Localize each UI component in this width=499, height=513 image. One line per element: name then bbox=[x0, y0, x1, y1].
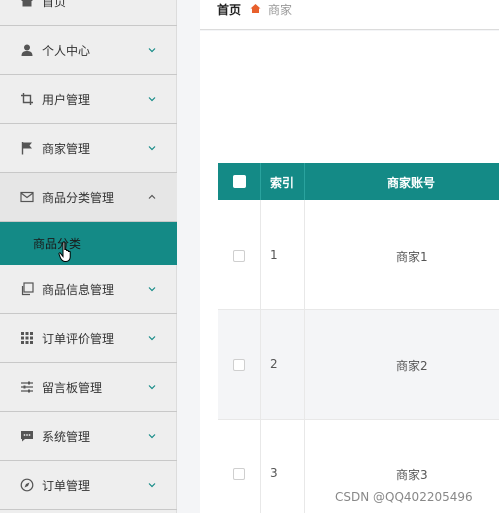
cell-divider bbox=[304, 420, 305, 513]
sidebar-item-label: 首页 bbox=[42, 0, 67, 9]
cell-divider bbox=[260, 200, 261, 310]
chevron-down-icon bbox=[147, 382, 157, 392]
row-index: 3 bbox=[270, 466, 278, 480]
sidebar-item-label: 个人中心 bbox=[42, 43, 91, 58]
header-divider bbox=[260, 163, 261, 200]
sidebar-item-products[interactable]: 商品信息管理 bbox=[0, 265, 177, 314]
sidebar-item-users[interactable]: 用户管理 bbox=[0, 75, 177, 124]
row-checkbox[interactable] bbox=[233, 468, 245, 480]
mail-icon bbox=[20, 190, 34, 204]
submenu-item-category[interactable]: 商品分类 bbox=[0, 222, 177, 265]
sidebar-item-label: 商品信息管理 bbox=[42, 282, 115, 297]
sidebar-item-home[interactable]: 首页 bbox=[0, 0, 177, 26]
row-index: 2 bbox=[270, 357, 278, 371]
sidebar-item-label: 订单管理 bbox=[42, 478, 91, 493]
chevron-down-icon bbox=[147, 284, 157, 294]
header-divider bbox=[304, 163, 305, 200]
chevron-down-icon bbox=[147, 480, 157, 490]
user-icon bbox=[20, 43, 34, 57]
chevron-down-icon bbox=[147, 431, 157, 441]
sidebar-item-category[interactable]: 商品分类管理 bbox=[0, 173, 177, 222]
sidebar-item-label: 商品分类管理 bbox=[42, 190, 115, 205]
sidebar-item-label: 留言板管理 bbox=[42, 380, 103, 395]
chevron-down-icon bbox=[147, 143, 157, 153]
header-merchant-account[interactable]: 商家账号 bbox=[387, 174, 435, 191]
sidebar-item-label: 商家管理 bbox=[42, 141, 91, 156]
sidebar-item-label: 系统管理 bbox=[42, 429, 91, 444]
hand-cursor-icon bbox=[58, 241, 71, 262]
row-index: 1 bbox=[270, 248, 278, 262]
sidebar-item-label: 订单评价管理 bbox=[42, 331, 115, 346]
chevron-down-icon bbox=[147, 94, 157, 104]
sidebar-item-orders[interactable]: 订单管理 bbox=[0, 461, 177, 510]
cell-divider bbox=[304, 310, 305, 420]
sliders-icon bbox=[20, 380, 34, 394]
copy-icon bbox=[20, 282, 34, 296]
cell-divider bbox=[260, 310, 261, 420]
chat-icon bbox=[20, 429, 34, 443]
home-icon bbox=[20, 0, 34, 8]
cell-divider bbox=[304, 200, 305, 310]
header-index: 索引 bbox=[270, 176, 295, 190]
row-merchant-account: 商家1 bbox=[396, 250, 428, 264]
select-all-checkbox[interactable] bbox=[233, 175, 246, 188]
flag-icon bbox=[20, 141, 34, 155]
sidebar-item-system[interactable]: 系统管理 bbox=[0, 412, 177, 461]
row-checkbox[interactable] bbox=[233, 250, 245, 262]
row-checkbox[interactable] bbox=[233, 359, 245, 371]
compass-icon bbox=[20, 478, 34, 492]
breadcrumb bbox=[200, 0, 499, 30]
sidebar-item-label: 用户管理 bbox=[42, 92, 91, 107]
breadcrumb-current: 商家 bbox=[268, 3, 293, 17]
sidebar-item-messages[interactable]: 留言板管理 bbox=[0, 363, 177, 412]
chevron-down-icon bbox=[147, 45, 157, 55]
chevron-up-icon bbox=[147, 192, 157, 202]
sidebar: 首页 个人中心 用户管理 商家管理 商品分类管理 商品分类 商品信息管理 订单评… bbox=[0, 0, 177, 513]
row-merchant-account: 商家3 bbox=[396, 468, 428, 482]
home-icon bbox=[250, 4, 261, 13]
grid-icon bbox=[20, 331, 34, 345]
sidebar-item-reviews[interactable]: 订单评价管理 bbox=[0, 314, 177, 363]
crop-icon bbox=[20, 92, 34, 106]
sidebar-item-profile[interactable]: 个人中心 bbox=[0, 26, 177, 75]
chevron-down-icon bbox=[147, 333, 157, 343]
sidebar-item-merchants[interactable]: 商家管理 bbox=[0, 124, 177, 173]
cell-divider bbox=[260, 420, 261, 513]
watermark: CSDN @QQ402205496 bbox=[335, 490, 473, 504]
breadcrumb-home[interactable]: 首页 bbox=[217, 1, 241, 18]
row-merchant-account: 商家2 bbox=[396, 359, 428, 373]
